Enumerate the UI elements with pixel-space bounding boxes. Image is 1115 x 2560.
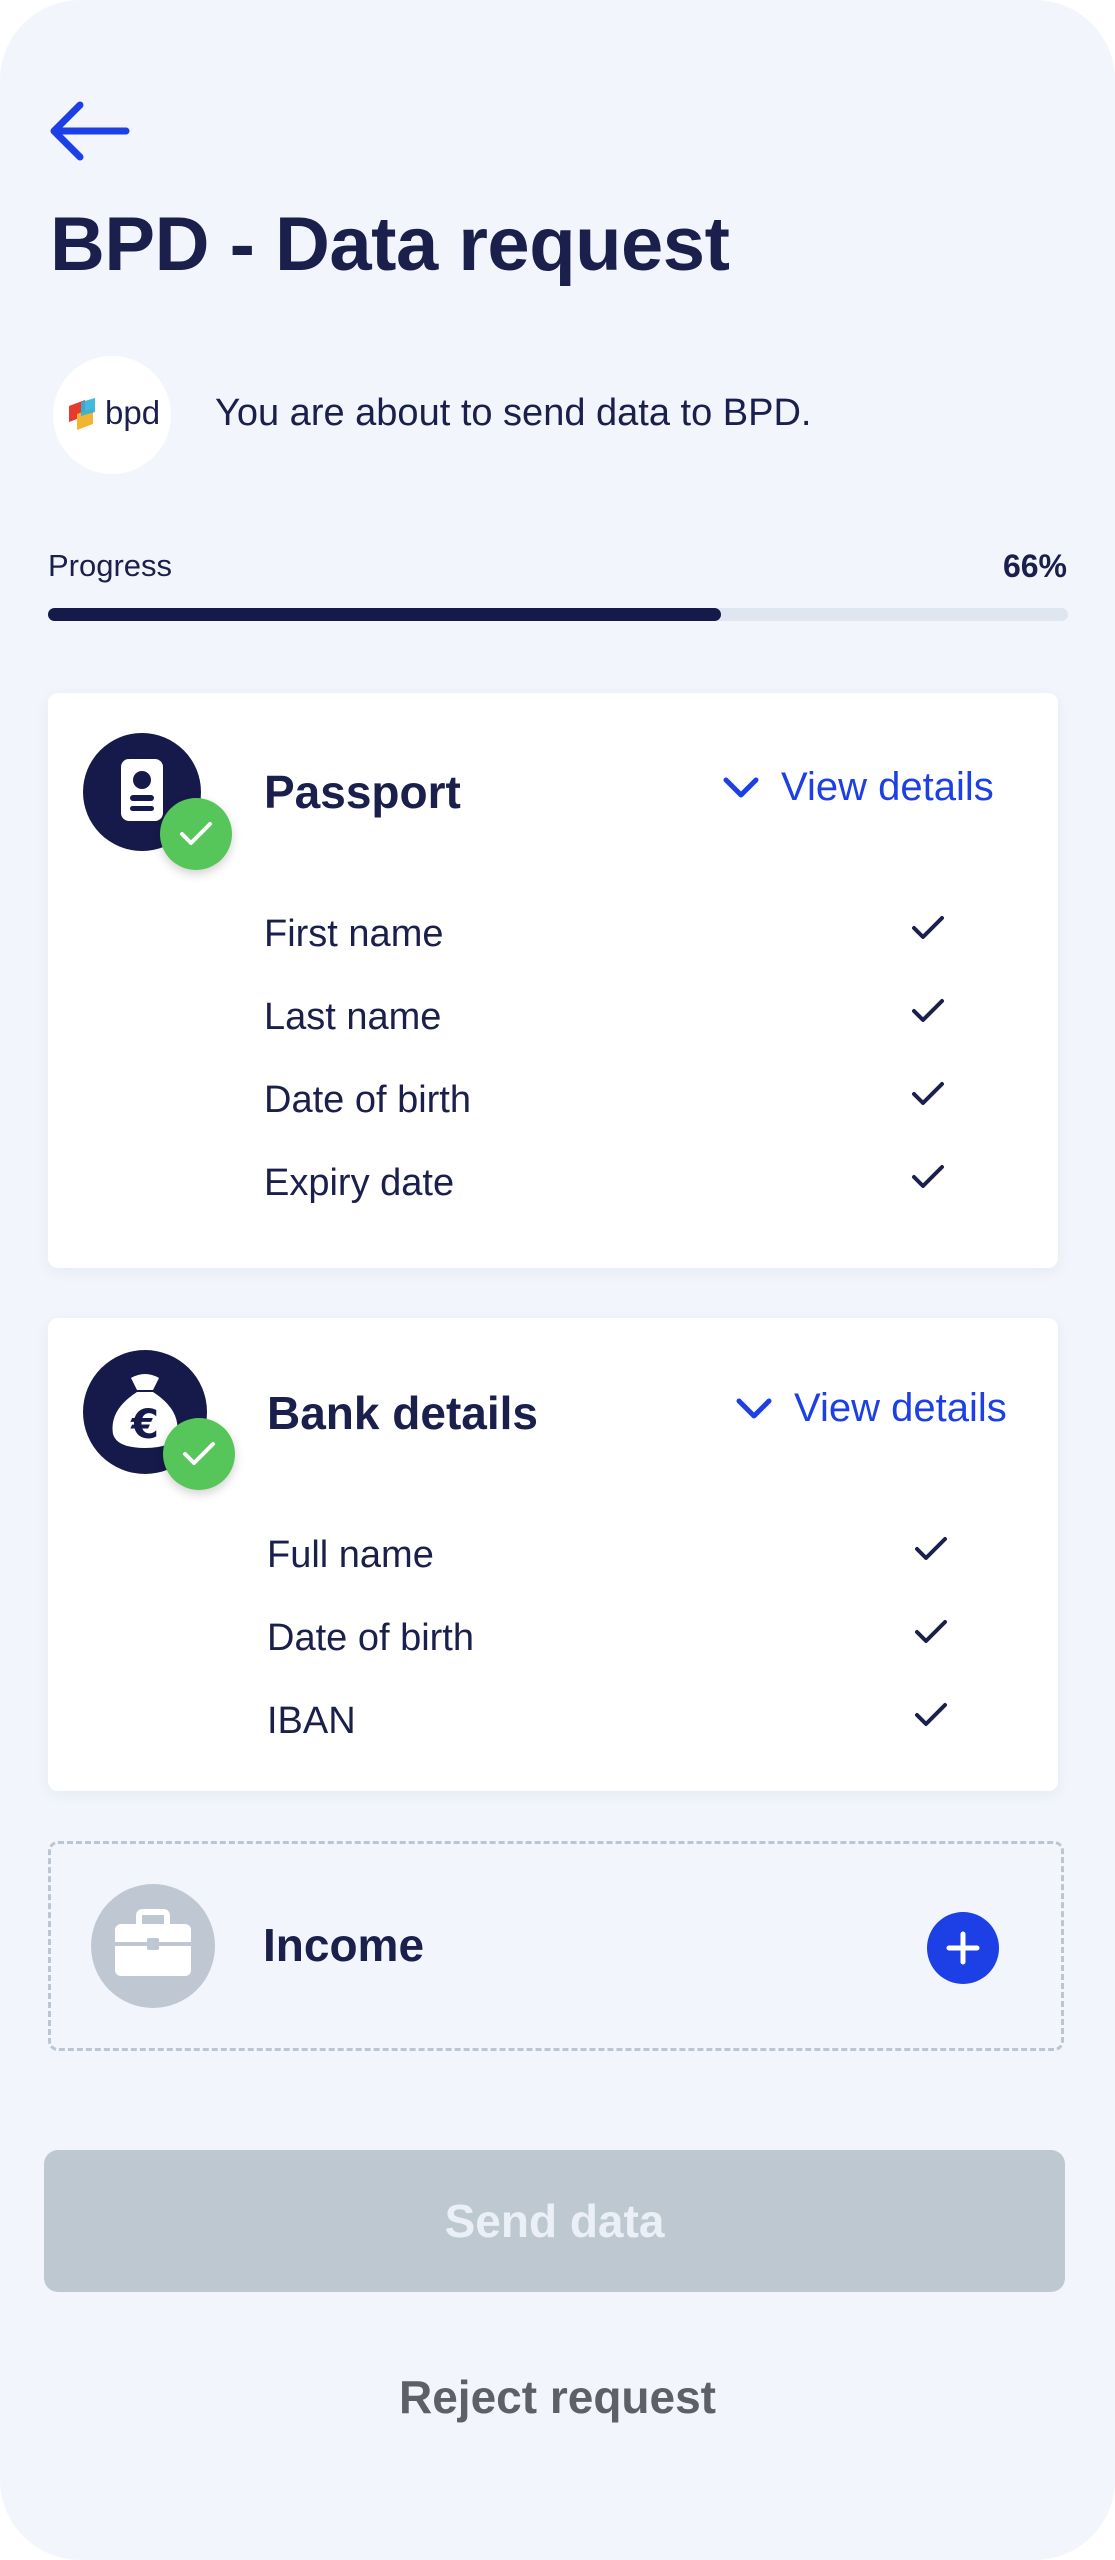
reject-request-button[interactable]: Reject request	[0, 2370, 1115, 2424]
screen: BPD - Data request bpd You are about to …	[0, 0, 1115, 2560]
request-message: You are about to send data to BPD.	[215, 392, 812, 434]
bank-details-card: € Bank details View details Full name Da…	[48, 1318, 1058, 1791]
field-row: Date of birth	[267, 1607, 967, 1667]
arrow-left-icon	[50, 101, 130, 161]
field-row: Expiry date	[264, 1152, 964, 1212]
field-label: Full name	[267, 1534, 434, 1576]
passport-card: Passport View details First name Last na…	[48, 693, 1058, 1268]
chevron-down-icon	[723, 777, 759, 797]
progress-percentage: 66%	[1002, 548, 1067, 584]
briefcase-icon	[91, 1884, 215, 2008]
plus-icon	[946, 1931, 980, 1965]
progress-bar-fill	[48, 608, 722, 621]
field-label: Expiry date	[264, 1162, 455, 1204]
back-button[interactable]	[44, 96, 134, 166]
field-row: Date of birth	[264, 1069, 964, 1129]
checkmark-icon	[912, 1082, 944, 1105]
passport-title: Passport	[264, 766, 461, 818]
field-label: Date of birth	[267, 1617, 474, 1659]
field-label: First name	[264, 913, 444, 955]
passport-view-details-link[interactable]: View details	[723, 765, 994, 810]
send-data-button[interactable]: Send data	[44, 2150, 1065, 2292]
progress-label: Progress	[48, 548, 173, 583]
field-row: Full name	[267, 1524, 967, 1584]
requester-logo: bpd	[53, 356, 171, 474]
field-label: Date of birth	[264, 1079, 471, 1121]
view-details-label: View details	[794, 1386, 1007, 1430]
checkmark-icon	[912, 999, 944, 1022]
svg-text:€: €	[130, 1402, 159, 1448]
bank-view-details-link[interactable]: View details	[736, 1386, 1007, 1431]
field-row: Last name	[264, 986, 964, 1046]
field-row: IBAN	[267, 1690, 967, 1750]
verified-check-icon	[163, 1418, 235, 1490]
field-row: First name	[264, 903, 964, 963]
checkmark-icon	[912, 1165, 944, 1188]
checkmark-icon	[912, 916, 944, 939]
verified-check-icon	[160, 798, 232, 870]
checkmark-icon	[915, 1703, 947, 1726]
bank-details-title: Bank details	[267, 1387, 538, 1439]
checkmark-icon	[915, 1537, 947, 1560]
field-label: Last name	[264, 996, 442, 1038]
page-title: BPD - Data request	[50, 202, 730, 287]
checkmark-icon	[915, 1620, 947, 1643]
progress-bar	[48, 608, 1068, 621]
view-details-label: View details	[781, 765, 994, 809]
bpd-logo-mark-icon	[69, 398, 95, 430]
add-income-button[interactable]	[927, 1912, 999, 1984]
chevron-down-icon	[736, 1398, 772, 1418]
income-card[interactable]: Income	[48, 1841, 1064, 2051]
logo-text: bpd	[105, 394, 161, 431]
field-label: IBAN	[267, 1700, 356, 1742]
income-title: Income	[263, 1919, 425, 1971]
